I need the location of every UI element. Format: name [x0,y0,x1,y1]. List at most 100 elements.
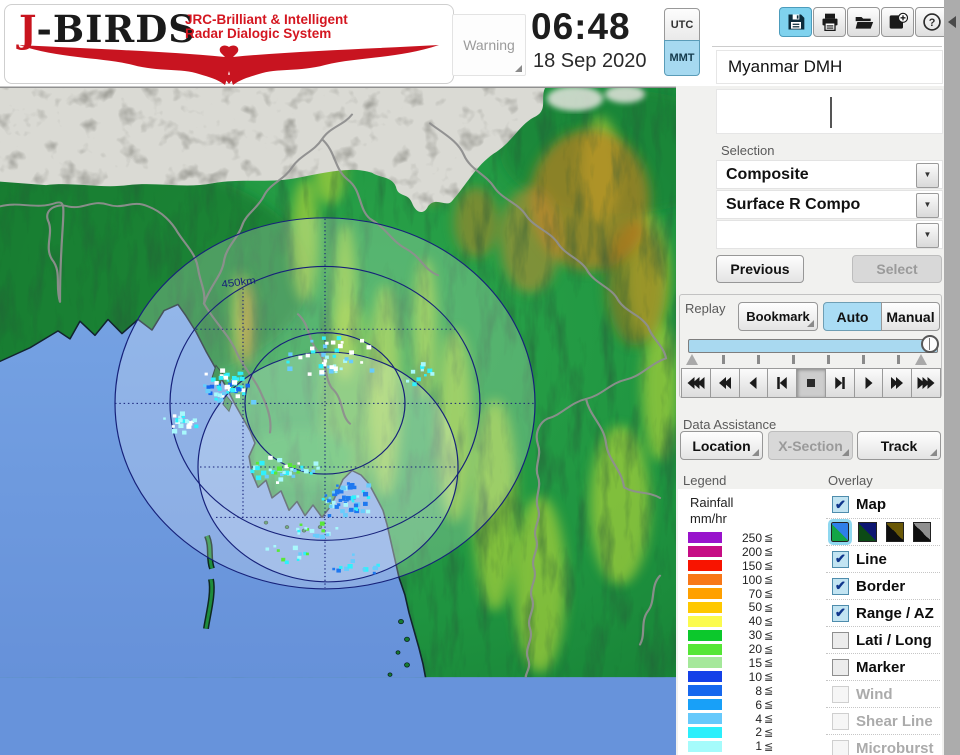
rewind-fastest-button[interactable] [681,368,711,398]
product-dropdown-2-value: Surface R Compo [726,196,861,213]
legend-value: 250 [741,530,762,545]
legend-lte-symbol: ≦ [764,546,774,559]
forward-fast-icon [891,377,904,389]
play-forward-button[interactable] [853,368,884,398]
overlay-list: ✔ Map ✔ Line ✔ Border ✔ Range / AZ Lati / Long Ma… [826,491,940,755]
save-button[interactable] [779,7,812,37]
bookmark-button[interactable]: Bookmark [738,302,818,331]
stop-button[interactable] [796,368,826,398]
legend-value: 15 [748,655,762,670]
legend-row: 2 ≦ [678,725,818,739]
legend-color-swatch [688,629,722,641]
chevron-down-icon[interactable]: ▼ [916,193,939,218]
legend-overlay-card: Rainfall mm/hr 250 ≦ 200 ≦ 150 ≦ 100 ≦ 70 ≦ 50 ≦ 40 ≦… [678,489,942,755]
legend-row: 15 ≦ [678,656,818,670]
checkbox[interactable]: ✔ [832,550,849,568]
legend-value: 1 [755,739,762,754]
checkbox[interactable] [832,658,849,676]
previous-button[interactable]: Previous [716,255,804,283]
checkbox[interactable] [832,739,849,755]
checkbox[interactable] [832,631,849,649]
product-dropdown-3[interactable]: ▼ [716,220,943,249]
toolbar-divider [712,46,942,47]
step-forward-icon [835,377,845,389]
legend-color-swatch [688,657,722,669]
legend-color-swatch [688,726,722,738]
warning-button[interactable]: Warning [452,14,526,76]
forward-fastest-button[interactable] [911,368,942,398]
overlay-item-wind[interactable]: Wind [826,680,940,707]
tick-mark [897,355,900,364]
checkbox[interactable] [832,685,849,703]
legend-value: 40 [748,614,762,629]
legend-row: 6 ≦ [678,698,818,712]
legend-lte-symbol: ≦ [764,629,774,642]
overlay-item-label: Range / AZ [856,604,934,622]
legend-lte-symbol: ≦ [764,713,774,726]
step-forward-button[interactable] [824,368,855,398]
text-entry-field[interactable] [716,89,943,134]
overlay-item-range-az[interactable]: ✔ Range / AZ [826,599,940,626]
forward-fastest-icon [917,377,935,389]
legend-lte-symbol: ≦ [764,643,774,656]
play-forward-icon [865,377,873,389]
play-backward-button[interactable] [738,368,769,398]
rewind-fast-button[interactable] [709,368,740,398]
replay-slider-thumb[interactable] [921,335,939,353]
checkbox[interactable]: ✔ [832,496,849,513]
overlay-item-shear-line[interactable]: Shear Line [826,707,940,734]
product-dropdown-2[interactable]: Surface R Compo ▼ [716,190,943,219]
forward-fast-button[interactable] [882,368,913,398]
legend-lte-symbol: ≦ [764,657,774,670]
select-button[interactable]: Select [852,255,942,283]
add-image-button[interactable] [881,7,914,37]
overlay-item-marker[interactable]: Marker [826,653,940,680]
location-button[interactable]: Location [680,431,763,460]
open-folder-button[interactable] [847,7,880,37]
overlay-item-line[interactable]: ✔ Line [826,545,940,572]
utc-toggle-button[interactable]: UTC [664,8,700,43]
overlay-item-border[interactable]: ✔ Border [826,572,940,599]
warning-label: Warning [463,37,515,53]
legend-scale: 250 ≦ 200 ≦ 150 ≦ 100 ≦ 70 ≦ 50 ≦ 40 ≦ 30 ≦ 20 ≦ 15 ≦ 10 ≦ 8 ≦ 6… [678,531,818,753]
legend-unit: mm/hr [690,511,727,526]
replay-slider-track[interactable] [688,335,939,353]
legend-lte-symbol: ≦ [764,699,774,712]
overlay-item-label: Map [856,496,886,513]
tick-mark [792,355,795,364]
chevron-down-icon[interactable]: ▼ [916,223,939,248]
tick-triangle-right [915,354,927,365]
data-assistance-label: Data Assistance [683,417,777,432]
checkbox[interactable]: ✔ [832,604,849,622]
print-button[interactable] [813,7,846,37]
legend-color-swatch [688,532,722,544]
panel-collapse-strip[interactable] [944,0,960,755]
mmt-toggle-button[interactable]: MMT [664,40,700,76]
checkbox[interactable] [832,712,849,730]
legend-row: 70 ≦ [678,587,818,601]
step-backward-button[interactable] [767,368,798,398]
map-style-swatch[interactable] [885,522,904,542]
legend-color-swatch [688,574,722,586]
auto-mode-button[interactable]: Auto [823,302,882,331]
legend-color-swatch [688,588,722,599]
map-style-swatch[interactable] [858,522,877,542]
legend-value: 4 [755,711,762,726]
chevron-down-icon[interactable]: ▼ [916,163,939,188]
overlay-item-label: Lati / Long [856,631,932,649]
track-button[interactable]: Track [857,431,941,460]
map-style-swatch[interactable] [912,522,931,542]
overlay-item-lati-long[interactable]: Lati / Long [826,626,940,653]
map-style-swatch-selected[interactable] [827,519,853,545]
legend-row: 1 ≦ [678,739,818,753]
station-name-field[interactable]: Myanmar DMH [716,50,943,84]
open-folder-icon [855,17,873,29]
checkbox[interactable]: ✔ [832,577,849,595]
product-dropdown-1[interactable]: Composite ▼ [716,160,943,189]
radar-map[interactable]: 450km [0,86,676,755]
overlay-item-map[interactable]: ✔ Map [826,491,940,518]
overlay-item-microburst[interactable]: Microburst [826,734,940,755]
x-section-button[interactable]: X-Section [768,431,853,460]
manual-mode-button[interactable]: Manual [881,302,940,331]
tick-mark [827,355,830,364]
